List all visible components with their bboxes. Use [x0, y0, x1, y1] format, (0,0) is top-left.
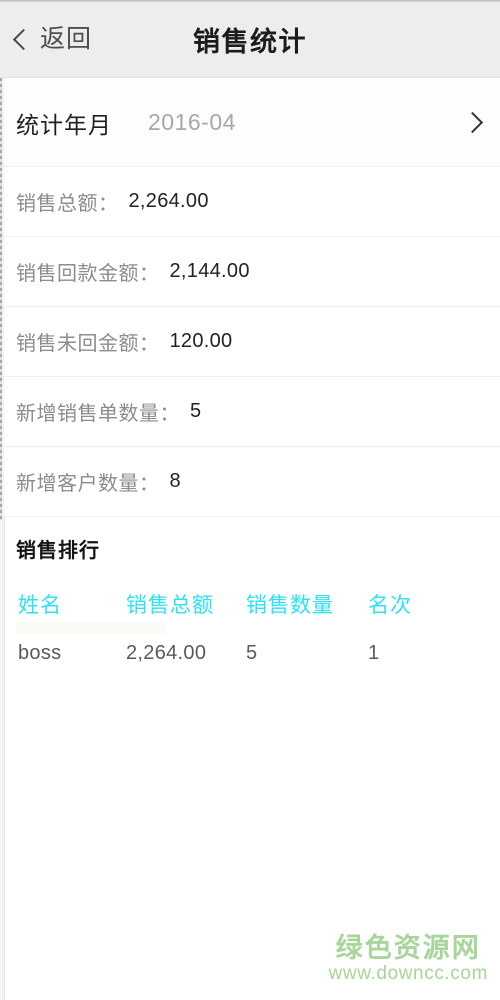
cell-rank: 1: [368, 641, 380, 664]
statistics-list: 销售总额： 2,264.00 销售回款金额： 2,144.00 销售未回金额： …: [4, 167, 500, 517]
column-header-total: 销售总额: [126, 594, 214, 617]
stat-row-new-customer-count: 新增客户数量： 8: [4, 447, 500, 517]
sales-ranking-table: 姓名 销售总额 销售数量 名次 boss 2,264.00 5 1: [4, 579, 500, 677]
stat-row-collected-amount: 销售回款金额： 2,144.00: [4, 237, 500, 307]
chevron-right-icon[interactable]: [461, 111, 484, 134]
stat-month-label: 统计年月: [16, 111, 112, 138]
cell-total: 2,264.00: [126, 641, 207, 664]
cell-quantity: 5: [246, 641, 258, 664]
stat-value: 8: [169, 470, 181, 492]
column-header-quantity: 销售数量: [246, 594, 334, 617]
table-header-row: 姓名 销售总额 销售数量 名次: [4, 579, 500, 629]
site-watermark: 绿色资源网 www.downcc.com: [328, 933, 488, 986]
stat-label: 新增销售单数量：: [16, 403, 180, 425]
stat-row-total-sales: 销售总额： 2,264.00: [4, 167, 500, 237]
title-bar: 销售统计 返回: [0, 2, 500, 78]
screenshot-top-edge-artifact: [0, 0, 500, 2]
stat-value: 2,264.00: [128, 190, 209, 212]
watermark-site-url: www.downcc.com: [328, 963, 488, 985]
column-header-rank: 名次: [368, 594, 412, 617]
sales-ranking-heading: 销售排行: [16, 540, 100, 562]
stat-label: 新增客户数量：: [16, 473, 160, 495]
stat-row-outstanding-amount: 销售未回金额： 120.00: [4, 307, 500, 377]
stat-row-new-order-count: 新增销售单数量： 5: [4, 377, 500, 447]
screenshot-left-edge-stripe-artifact: [0, 0, 2, 520]
cell-name: boss: [18, 641, 62, 664]
column-header-name: 姓名: [18, 594, 62, 617]
stat-value: 120.00: [169, 330, 233, 352]
table-row[interactable]: boss 2,264.00 5 1: [4, 629, 500, 677]
stat-label: 销售回款金额：: [16, 263, 160, 285]
stat-value: 5: [190, 400, 202, 422]
stat-label: 销售总额：: [16, 193, 119, 215]
sales-ranking-section: 销售排行 姓名 销售总额 销售数量 名次 boss 2,264.00 5 1: [4, 518, 500, 677]
stat-value: 2,144.00: [169, 260, 250, 282]
stat-month-value: 2016-04: [148, 109, 236, 135]
back-button[interactable]: 返回: [12, 2, 100, 77]
watermark-site-name: 绿色资源网: [335, 933, 481, 964]
back-button-label: 返回: [40, 25, 93, 53]
stat-label: 销售未回金额：: [16, 333, 160, 355]
stat-month-selector-row[interactable]: 统计年月 2016-04: [4, 79, 500, 167]
app-screen: 销售统计 返回 统计年月 2016-04 销售总额： 2,264.00 销售总额…: [0, 0, 500, 1000]
chevron-left-icon: [12, 28, 35, 50]
